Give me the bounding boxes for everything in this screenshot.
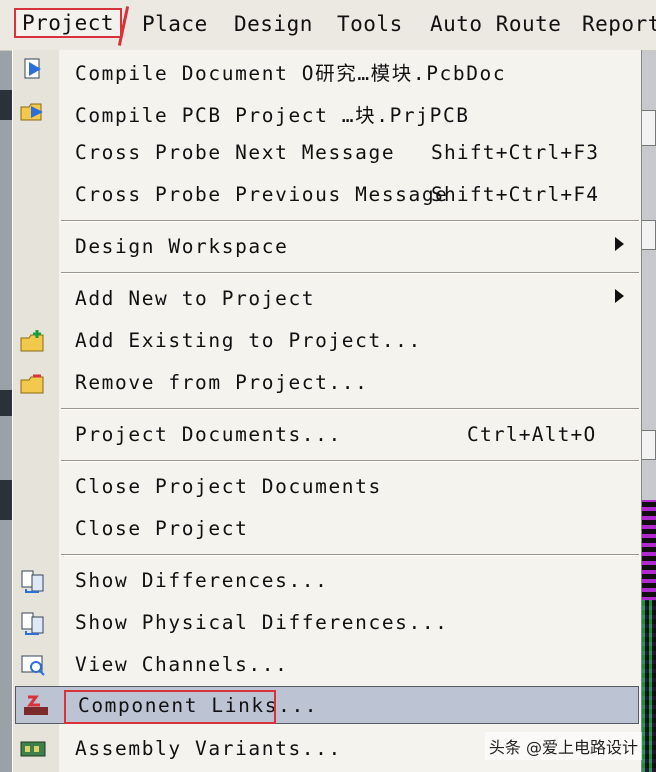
menu-item-add-existing[interactable]: Add Existing to Project... (13, 322, 641, 360)
menu-item-design-workspace[interactable]: Design Workspace (13, 228, 641, 266)
menu-project[interactable]: Project (14, 8, 123, 38)
menu-item-label: Cross Probe Previous Message (75, 183, 449, 206)
menu-item-label: Compile Document O研究…模块.PcbDoc (75, 62, 507, 85)
differences-icon (21, 570, 44, 593)
menu-auto-route[interactable]: Auto Route (430, 12, 561, 36)
menu-item-component-links[interactable]: Component Links... (15, 686, 639, 724)
menu-item-view-channels[interactable]: View Channels... (13, 646, 641, 684)
add-folder-icon (20, 330, 44, 352)
annotation-highlight-box (64, 690, 276, 724)
menu-item-label: Show Differences... (75, 569, 329, 592)
submenu-arrow-icon (615, 289, 624, 303)
project-dropdown-menu: Compile Document O研究…模块.PcbDoc Compile P… (12, 50, 641, 772)
menu-item-compile-pcb-project[interactable]: Compile PCB Project …块.PrjPCB (13, 92, 641, 130)
menu-item-label: Cross Probe Next Message (75, 141, 396, 164)
menu-item-label: Close Project (75, 517, 249, 540)
menu-tools[interactable]: Tools (337, 12, 403, 36)
view-channels-icon (21, 655, 45, 676)
menu-item-show-differences[interactable]: Show Differences... (13, 562, 641, 600)
menu-item-close-project-documents[interactable]: Close Project Documents (13, 468, 641, 506)
menu-item-label: Close Project Documents (75, 475, 382, 498)
menu-item-cross-probe-next[interactable]: Cross Probe Next Message Shift+Ctrl+F3 (13, 134, 641, 172)
shortcut-label: Shift+Ctrl+F4 (431, 183, 600, 206)
compile-document-icon (24, 58, 41, 79)
menu-item-project-documents[interactable]: Project Documents... Ctrl+Alt+O (13, 416, 641, 454)
left-panel-strip (0, 50, 12, 772)
menu-item-label: Design Workspace (75, 235, 289, 258)
menu-item-label: Add Existing to Project... (75, 329, 422, 352)
menu-separator (61, 408, 639, 410)
menu-item-remove-from-project[interactable]: Remove from Project... (13, 364, 641, 402)
menu-item-label: Project Documents... (75, 423, 342, 446)
menubar: Project Place Design Tools Auto Route Re… (0, 0, 656, 51)
menu-report[interactable]: Report (582, 12, 656, 36)
menu-item-add-new[interactable]: Add New to Project (13, 280, 641, 318)
shortcut-label: Ctrl+Alt+O (467, 423, 597, 446)
physical-differences-icon (21, 612, 44, 635)
menu-item-compile-document[interactable]: Compile Document O研究…模块.PcbDoc (13, 50, 641, 88)
component-links-icon (24, 695, 48, 715)
menu-item-label: Remove from Project... (75, 371, 369, 394)
menu-item-label: Show Physical Differences... (75, 611, 449, 634)
submenu-arrow-icon (615, 237, 624, 251)
menu-item-label: Compile PCB Project …块.PrjPCB (75, 104, 470, 127)
menu-separator (61, 272, 639, 274)
assembly-variants-icon (20, 741, 46, 757)
remove-folder-icon (20, 374, 44, 394)
pcb-canvas-traces (642, 600, 656, 772)
watermark: 头条 @爱上电路设计 (484, 732, 642, 760)
menu-item-label: View Channels... (75, 653, 289, 676)
menu-separator (61, 554, 639, 556)
menu-design[interactable]: Design (234, 12, 313, 36)
menu-place[interactable]: Place (142, 12, 208, 36)
menu-item-label: Assembly Variants... (75, 737, 342, 760)
menu-item-show-physical-differences[interactable]: Show Physical Differences... (13, 604, 641, 642)
menu-item-close-project[interactable]: Close Project (13, 510, 641, 548)
shortcut-label: Shift+Ctrl+F3 (431, 141, 600, 164)
menu-item-cross-probe-previous[interactable]: Cross Probe Previous Message Shift+Ctrl+… (13, 176, 641, 214)
menu-separator (61, 220, 639, 222)
menu-item-label: Add New to Project (75, 287, 316, 310)
menu-separator (61, 460, 639, 462)
compile-project-icon (20, 103, 43, 121)
